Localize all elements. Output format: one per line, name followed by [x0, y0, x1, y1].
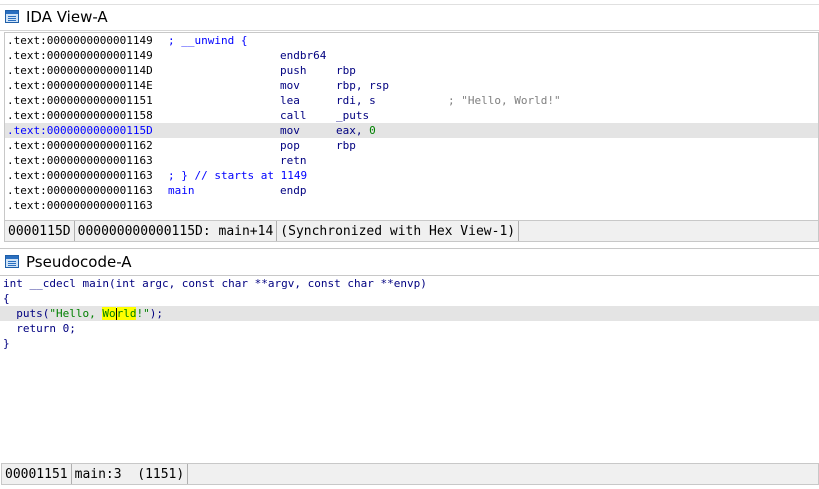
asm-address: .text:000000000000115D: [7, 124, 153, 137]
string-end: !": [136, 307, 150, 320]
asm-mnemonic: mov: [280, 124, 300, 137]
asm-address: .text:000000000000114D: [7, 64, 153, 77]
asm-line[interactable]: .text:0000000000001163 retn: [5, 153, 818, 168]
asm-address: .text:0000000000001149: [7, 49, 153, 62]
asm-address: .text:0000000000001163: [7, 199, 153, 212]
asm-mnemonic: retn: [280, 154, 307, 167]
operand-immediate: 0: [369, 124, 376, 137]
asm-address: .text:0000000000001163: [7, 184, 153, 197]
highlighted-word-b: rld: [116, 307, 137, 320]
asm-line[interactable]: .text:0000000000001163 main endp: [5, 183, 818, 198]
disassembly-listing[interactable]: .text:0000000000001149; __unwind {.text:…: [4, 32, 819, 221]
puts-line[interactable]: puts("Hello, World!");: [0, 306, 819, 321]
ida-view-status-bar: 0000115D 000000000000115D: main+14 (Sync…: [4, 220, 819, 242]
close-brace[interactable]: }: [0, 336, 819, 351]
asm-line[interactable]: .text:0000000000001162 pop rbp: [5, 138, 818, 153]
status-location: 000000000000115D: main+14: [75, 221, 278, 241]
asm-address: .text:0000000000001149: [7, 34, 153, 47]
pseudocode-title-bar[interactable]: Pseudocode-A: [0, 248, 819, 276]
asm-mnemonic: call: [280, 109, 307, 122]
top-border: [0, 0, 819, 5]
puts-call: puts(: [3, 307, 50, 320]
asm-address: .text:000000000000114E: [7, 79, 153, 92]
asm-label: main: [168, 184, 195, 197]
operand-register: eax,: [336, 124, 370, 137]
asm-line[interactable]: .text:0000000000001163 ; } // starts at 1…: [5, 168, 818, 183]
ida-view-title: IDA View-A: [26, 8, 108, 26]
open-brace[interactable]: {: [0, 291, 819, 306]
highlighted-word-a: Wo: [102, 307, 116, 320]
pseudocode-listing[interactable]: int __cdecl main(int argc, const char **…: [0, 275, 819, 462]
window-icon: [4, 254, 20, 270]
status-offset: 0000115D: [5, 221, 75, 241]
asm-operand: rbp: [336, 139, 356, 152]
asm-address: .text:0000000000001163: [7, 154, 153, 167]
asm-mnemonic: push: [280, 64, 307, 77]
asm-address: .text:0000000000001163: [7, 169, 153, 182]
asm-line[interactable]: .text:0000000000001151 lea rdi, s ; "Hello,…: [5, 93, 818, 108]
asm-mnemonic: endbr64: [280, 49, 327, 62]
asm-operand: rdi, s: [336, 94, 376, 107]
function-signature[interactable]: int __cdecl main(int argc, const char **…: [0, 276, 819, 291]
asm-line[interactable]: .text:000000000000114E mov rbp, rsp: [5, 78, 818, 93]
asm-mnemonic: mov: [280, 79, 300, 92]
asm-line[interactable]: .text:000000000000114D push rbp: [5, 63, 818, 78]
asm-operand: _puts: [336, 109, 370, 122]
asm-line[interactable]: .text:0000000000001149 endbr64: [5, 48, 818, 63]
pseudocode-title: Pseudocode-A: [26, 253, 132, 271]
string-part: "Hello,: [49, 307, 103, 320]
asm-line[interactable]: .text:0000000000001149 ; __unwind {: [5, 33, 818, 48]
asm-mnemonic: endp: [280, 184, 307, 197]
asm-operand: rbp, rsp: [336, 79, 389, 92]
asm-comment: ; } // starts at 1149: [168, 169, 308, 182]
asm-mnemonic: lea: [280, 94, 300, 107]
asm-address: .text:0000000000001158: [7, 109, 153, 122]
asm-line[interactable]: .text:0000000000001158 call _puts: [5, 108, 818, 123]
pseudocode-status-bar: 00001151 main:3 (1151): [1, 463, 819, 485]
status-location: main:3 (1151): [72, 464, 189, 484]
asm-address: .text:0000000000001162: [7, 139, 153, 152]
asm-line[interactable]: .text:0000000000001163: [5, 198, 818, 213]
puts-close: );: [149, 307, 163, 320]
asm-string-comment: ; "Hello, World!": [448, 94, 561, 107]
asm-operand: rbp: [336, 64, 356, 77]
asm-operand: eax, 0: [336, 123, 376, 138]
return-line[interactable]: return 0;: [0, 321, 819, 336]
ida-view-title-bar[interactable]: IDA View-A: [0, 4, 819, 31]
asm-line[interactable]: .text:000000000000115D mov eax, 0: [5, 123, 818, 138]
status-offset: 00001151: [2, 464, 72, 484]
status-sync: (Synchronized with Hex View-1): [277, 221, 520, 241]
window-icon: [4, 9, 20, 25]
asm-mnemonic: pop: [280, 139, 300, 152]
asm-address: .text:0000000000001151: [7, 94, 153, 107]
asm-comment: ; __unwind {: [168, 34, 248, 47]
